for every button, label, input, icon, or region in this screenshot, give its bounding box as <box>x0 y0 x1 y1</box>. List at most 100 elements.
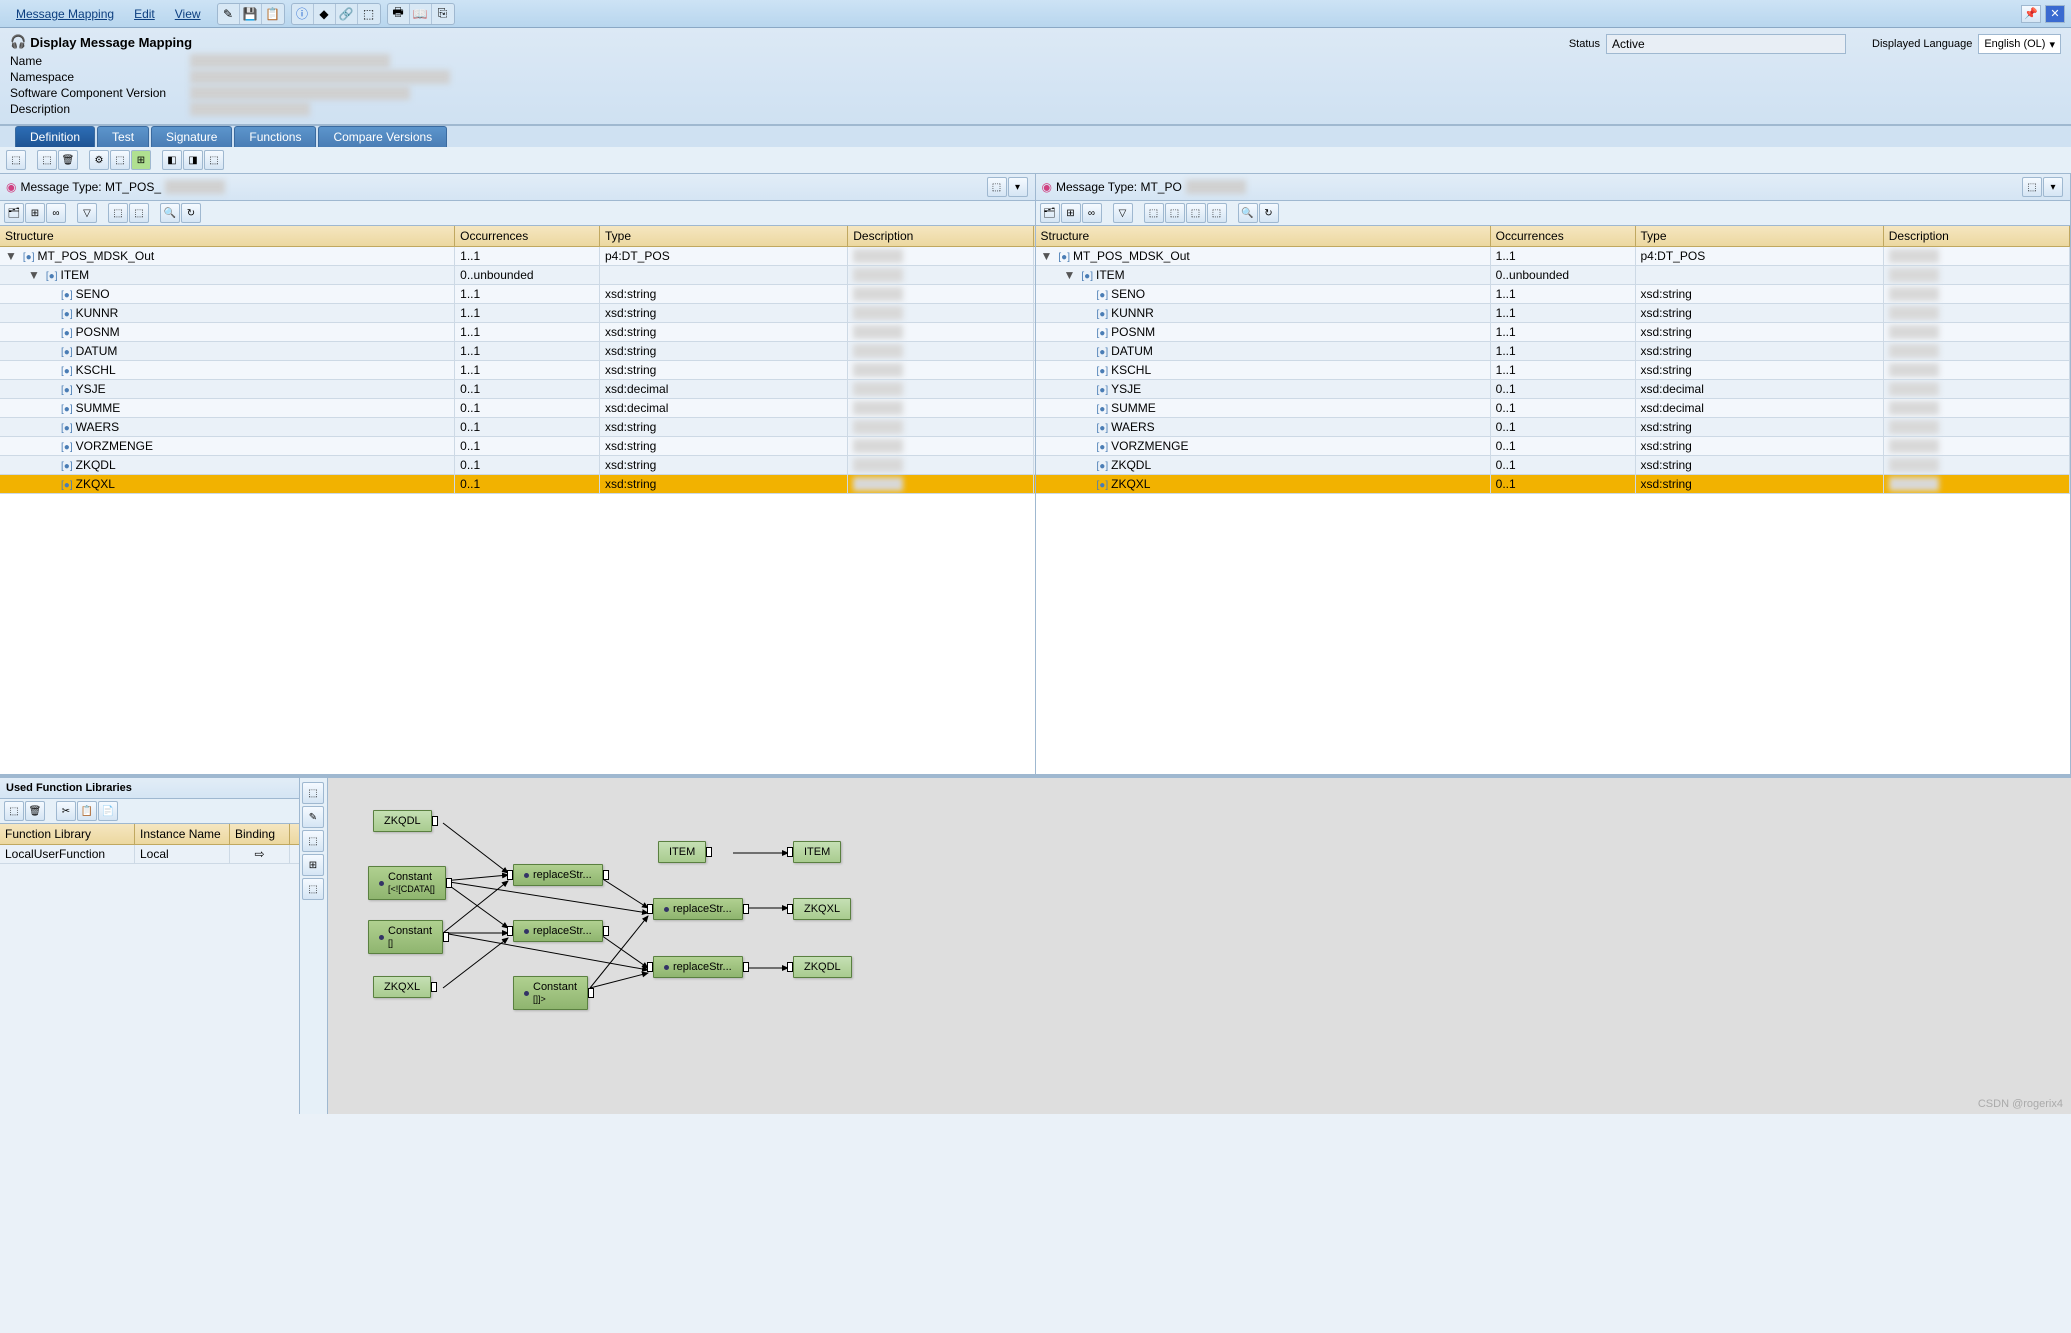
ctool-5[interactable]: ⬚ <box>302 878 324 900</box>
node-zkqdl-src[interactable]: ZKQDL <box>373 810 432 832</box>
lt-btn-7[interactable]: 🔍 <box>160 203 180 223</box>
pane-btn-l2[interactable]: ▾ <box>1008 177 1028 197</box>
node-constant-cdata[interactable]: Constant[<![CDATA[] <box>368 866 446 900</box>
pin-icon[interactable]: 📌 <box>2021 5 2041 23</box>
tree-row[interactable]: [●]WAERS0..1xsd:string <box>0 418 1035 437</box>
node-replace-3[interactable]: replaceStr... <box>653 898 743 920</box>
hierarchy-icon[interactable]: 🔗 <box>336 4 358 24</box>
tree-row[interactable]: [●]ZKQDL0..1xsd:string <box>1036 456 2071 475</box>
tree-row[interactable]: [●]ZKQDL0..1xsd:string <box>0 456 1035 475</box>
tab-compare[interactable]: Compare Versions <box>318 126 447 147</box>
rt-btn-2[interactable]: ⊞ <box>1061 203 1081 223</box>
ctool-1[interactable]: ⬚ <box>302 782 324 804</box>
tree-row[interactable]: ▼[●]ITEM0..unbounded <box>0 266 1035 285</box>
rt-btn-10[interactable]: ↻ <box>1259 203 1279 223</box>
copy-icon[interactable]: 📋 <box>262 4 284 24</box>
tab-test[interactable]: Test <box>97 126 149 147</box>
expand-icon[interactable]: ▼ <box>1041 249 1053 263</box>
tree-row[interactable]: [●]ZKQXL0..1xsd:string <box>1036 475 2071 494</box>
rt-btn-9[interactable]: 🔍 <box>1238 203 1258 223</box>
rt-btn-6[interactable]: ⬚ <box>1165 203 1185 223</box>
book-icon[interactable]: 📖 <box>410 4 432 24</box>
lt-btn-8[interactable]: ↻ <box>181 203 201 223</box>
tree-row[interactable]: [●]KSCHL1..1xsd:string <box>0 361 1035 380</box>
tree-row[interactable]: [●]KSCHL1..1xsd:string <box>1036 361 2071 380</box>
close-icon[interactable]: ✕ <box>2045 5 2065 23</box>
tool-btn-3[interactable]: 🗑 <box>58 150 78 170</box>
lt-btn-6[interactable]: ⬚ <box>129 203 149 223</box>
tab-functions[interactable]: Functions <box>234 126 316 147</box>
lt-btn-4[interactable]: ▽ <box>77 203 97 223</box>
node-replace-1[interactable]: replaceStr... <box>513 864 603 886</box>
expand-icon[interactable]: ▼ <box>5 249 17 263</box>
node-constant-3[interactable]: Constant[]]> <box>513 976 588 1010</box>
func-paste-icon[interactable]: 📄 <box>98 801 118 821</box>
tree-row[interactable]: [●]DATUM1..1xsd:string <box>1036 342 2071 361</box>
check-icon[interactable]: ◆ <box>314 4 336 24</box>
tab-signature[interactable]: Signature <box>151 126 232 147</box>
node-zkqdl-tgt[interactable]: ZKQDL <box>793 956 852 978</box>
tree-row[interactable]: [●]KUNNR1..1xsd:string <box>0 304 1035 323</box>
ctool-4[interactable]: ⊞ <box>302 854 324 876</box>
tree-row[interactable]: [●]YSJE0..1xsd:decimal <box>1036 380 2071 399</box>
tree-row[interactable]: [●]SUMME0..1xsd:decimal <box>1036 399 2071 418</box>
rt-btn-7[interactable]: ⬚ <box>1186 203 1206 223</box>
func-add-icon[interactable]: ⬚ <box>4 801 24 821</box>
print-icon[interactable]: 🖶 <box>388 4 410 24</box>
lt-btn-5[interactable]: ⬚ <box>108 203 128 223</box>
tree-row[interactable]: ▼[●]ITEM0..unbounded <box>1036 266 2071 285</box>
tool-btn-9[interactable]: ⬚ <box>204 150 224 170</box>
rt-btn-5[interactable]: ⬚ <box>1144 203 1164 223</box>
tree-row[interactable]: [●]WAERS0..1xsd:string <box>1036 418 2071 437</box>
tree-row[interactable]: [●]SENO1..1xsd:string <box>1036 285 2071 304</box>
node-item-tgt[interactable]: ITEM <box>793 841 841 863</box>
tool-btn-2[interactable]: ⬚ <box>37 150 57 170</box>
menu-edit[interactable]: Edit <box>124 7 165 21</box>
func-row[interactable]: LocalUserFunction Local ⇨ <box>0 845 299 864</box>
node-replace-2[interactable]: replaceStr... <box>513 920 603 942</box>
export-icon[interactable]: ⎘ <box>432 4 454 24</box>
pane-btn-l1[interactable]: ⬚ <box>987 177 1007 197</box>
tool-btn-7[interactable]: ◧ <box>162 150 182 170</box>
node-zkqxl-src[interactable]: ZKQXL <box>373 976 431 998</box>
ctool-2[interactable]: ✎ <box>302 806 324 828</box>
edit-icon[interactable]: ✎ <box>218 4 240 24</box>
lt-btn-1[interactable]: 🗂 <box>4 203 24 223</box>
tab-definition[interactable]: Definition <box>15 126 95 147</box>
menu-view[interactable]: View <box>165 7 211 21</box>
tree-row[interactable]: [●]VORZMENGE0..1xsd:string <box>1036 437 2071 456</box>
pane-btn-r1[interactable]: ⬚ <box>2022 177 2042 197</box>
rt-btn-3[interactable]: ∞ <box>1082 203 1102 223</box>
tree-row[interactable]: [●]POSNM1..1xsd:string <box>1036 323 2071 342</box>
tool-btn-5[interactable]: ⬚ <box>110 150 130 170</box>
right-tree[interactable]: Structure Occurrences Type Description ▼… <box>1036 226 2071 774</box>
tree-row[interactable]: [●]POSNM1..1xsd:string <box>0 323 1035 342</box>
node-replace-4[interactable]: replaceStr... <box>653 956 743 978</box>
tree-row[interactable]: [●]SENO1..1xsd:string <box>0 285 1035 304</box>
tree-row[interactable]: [●]YSJE0..1xsd:decimal <box>0 380 1035 399</box>
activate-icon[interactable]: ⬚ <box>358 4 380 24</box>
tree-row[interactable]: ▼[●]MT_POS_MDSK_Out1..1p4:DT_POS <box>1036 247 2071 266</box>
ctool-3[interactable]: ⬚ <box>302 830 324 852</box>
left-tree[interactable]: Structure Occurrences Type Description ▼… <box>0 226 1035 774</box>
rt-btn-4[interactable]: ▽ <box>1113 203 1133 223</box>
node-zkqxl-tgt[interactable]: ZKQXL <box>793 898 851 920</box>
mapping-canvas[interactable]: ZKQDL Constant[<![CDATA[] Constant[] ZKQ… <box>328 778 2071 1114</box>
lang-select[interactable]: English (OL)▾ <box>1978 34 2061 54</box>
tree-row[interactable]: [●]SUMME0..1xsd:decimal <box>0 399 1035 418</box>
tool-btn-8[interactable]: ◨ <box>183 150 203 170</box>
tool-btn-6[interactable]: ⊞ <box>131 150 151 170</box>
expand-icon[interactable]: ▼ <box>28 268 40 282</box>
expand-icon[interactable]: ▼ <box>1064 268 1076 282</box>
tree-row[interactable]: [●]ZKQXL0..1xsd:string <box>0 475 1035 494</box>
node-item-src[interactable]: ITEM <box>658 841 706 863</box>
save-icon[interactable]: 💾 <box>240 4 262 24</box>
tree-row[interactable]: [●]DATUM1..1xsd:string <box>0 342 1035 361</box>
rt-btn-8[interactable]: ⬚ <box>1207 203 1227 223</box>
func-del-icon[interactable]: 🗑 <box>25 801 45 821</box>
tool-btn-4[interactable]: ⚙ <box>89 150 109 170</box>
tree-row[interactable]: [●]KUNNR1..1xsd:string <box>1036 304 2071 323</box>
node-constant-2[interactable]: Constant[] <box>368 920 443 954</box>
pane-btn-r2[interactable]: ▾ <box>2043 177 2063 197</box>
func-copy-icon[interactable]: 📋 <box>77 801 97 821</box>
